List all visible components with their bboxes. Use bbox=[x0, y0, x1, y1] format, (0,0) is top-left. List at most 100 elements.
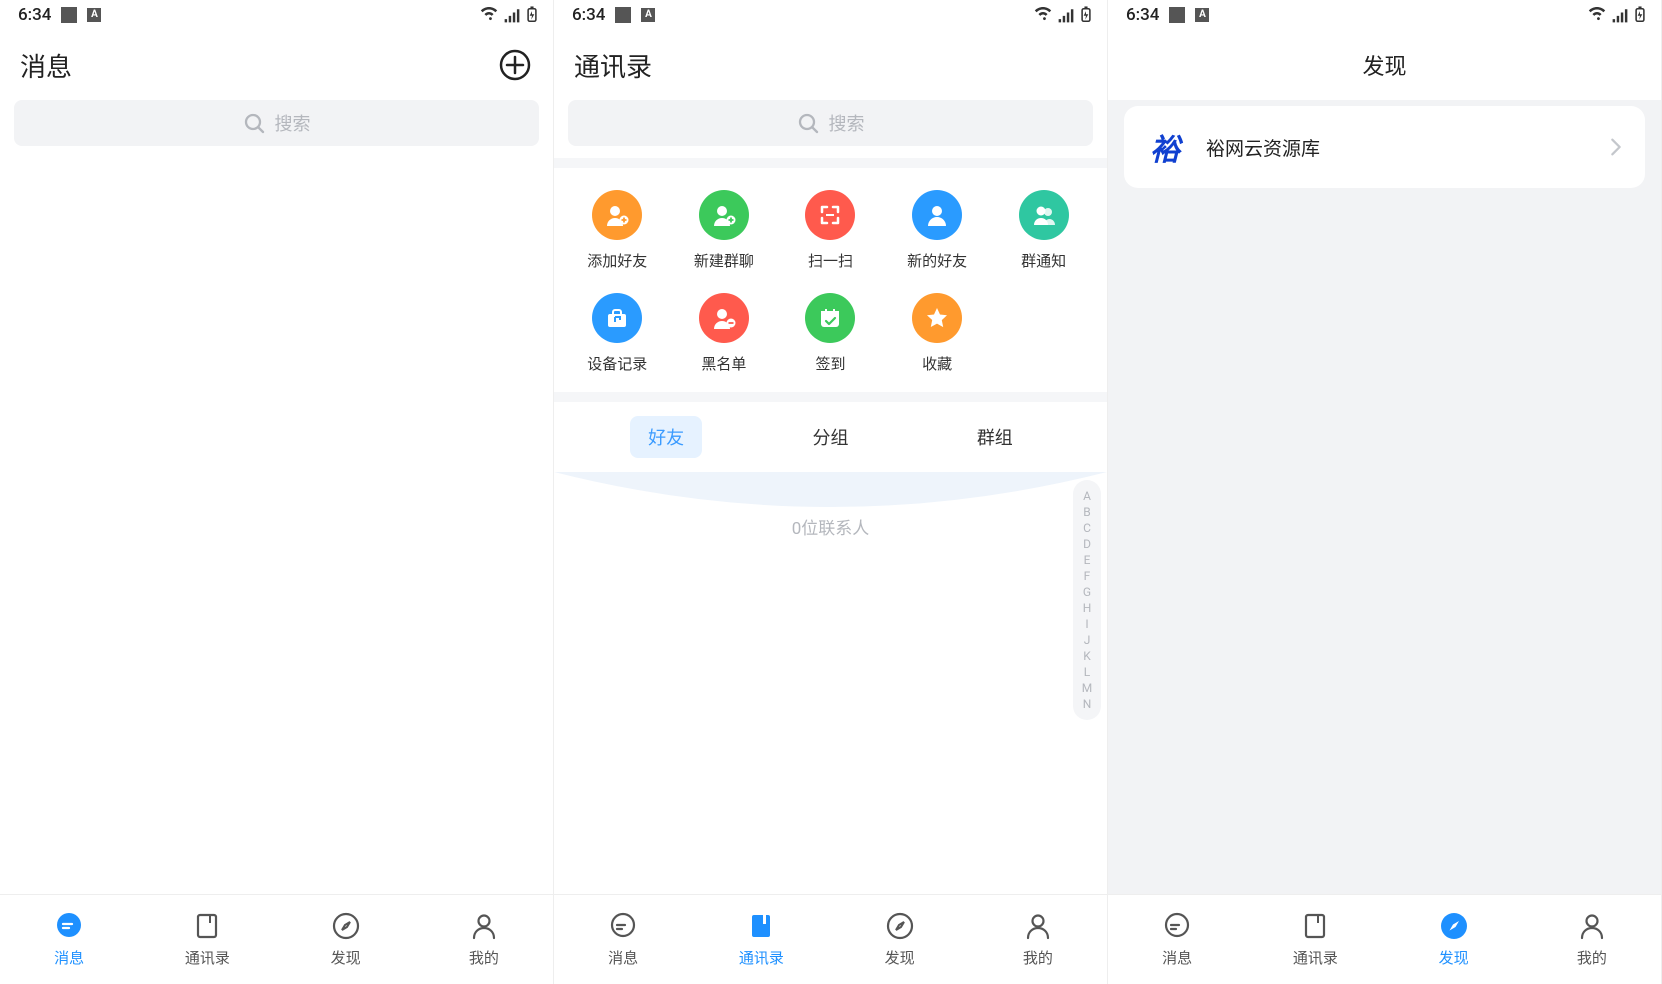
shortcut-users[interactable]: 群通知 bbox=[990, 190, 1097, 271]
alpha-F[interactable]: F bbox=[1084, 570, 1091, 582]
alpha-index[interactable]: ABCDEFGHIJKLMN bbox=[1073, 480, 1101, 720]
alpha-C[interactable]: C bbox=[1083, 522, 1091, 534]
shortcut-user-plus[interactable]: 添加好友 bbox=[564, 190, 671, 271]
tab-bar: 消息 通讯录发现 我的 bbox=[1108, 894, 1661, 984]
tabbar-item-3[interactable]: 我的 bbox=[969, 895, 1107, 984]
user-minus-icon bbox=[699, 293, 749, 343]
discover-item[interactable]: 裕 裕网云资源库 bbox=[1124, 106, 1645, 188]
shortcut-label: 收藏 bbox=[922, 353, 952, 374]
shortcut-label: 群通知 bbox=[1021, 250, 1066, 271]
user-add-icon bbox=[699, 190, 749, 240]
header: 发现 bbox=[1108, 30, 1661, 100]
star-icon bbox=[912, 293, 962, 343]
battery-icon bbox=[1633, 5, 1647, 25]
shortcut-briefcase[interactable]: 设备记录 bbox=[564, 293, 671, 374]
shortcut-label: 扫一扫 bbox=[808, 250, 853, 271]
page-title: 发现 bbox=[1362, 49, 1406, 81]
tabbar-item-0[interactable]: 消息 bbox=[0, 895, 138, 984]
status-icons bbox=[1587, 5, 1647, 25]
tabbar-item-3[interactable]: 我的 bbox=[1523, 895, 1661, 984]
alpha-I[interactable]: I bbox=[1085, 618, 1088, 630]
tabbar-item-0[interactable]: 消息 bbox=[554, 895, 692, 984]
users-icon bbox=[1019, 190, 1069, 240]
status-time: 6:34 bbox=[18, 5, 51, 25]
status-square-icon bbox=[1169, 7, 1185, 23]
briefcase-icon bbox=[592, 293, 642, 343]
tabbar-item-0[interactable]: 消息 bbox=[1108, 895, 1246, 984]
wifi-icon bbox=[1587, 5, 1607, 25]
curve-decoration bbox=[554, 472, 1107, 552]
tabbar-icon-1 bbox=[746, 911, 776, 941]
shortcut-label: 添加好友 bbox=[587, 250, 647, 271]
tabbar-item-2[interactable]: 发现 bbox=[277, 895, 415, 984]
tabbar-icon-3 bbox=[1577, 911, 1607, 941]
tabbar-label: 通讯录 bbox=[185, 947, 230, 968]
tabbar-label: 我的 bbox=[1023, 947, 1053, 968]
contact-tabs: 好友 分组 群组 bbox=[554, 402, 1107, 472]
plus-circle-icon bbox=[499, 49, 531, 81]
search-placeholder: 搜索 bbox=[829, 110, 865, 136]
alpha-B[interactable]: B bbox=[1083, 506, 1090, 518]
signal-icon bbox=[1611, 6, 1629, 24]
search-input[interactable]: 搜索 bbox=[568, 100, 1093, 146]
shortcut-user[interactable]: 新的好友 bbox=[884, 190, 991, 271]
alpha-E[interactable]: E bbox=[1084, 554, 1091, 566]
tab-bar: 消息 通讯录 发现我的 bbox=[0, 894, 553, 984]
header: 通讯录 bbox=[554, 30, 1107, 100]
tabbar-item-2[interactable]: 发现 bbox=[831, 895, 969, 984]
status-a-icon: A bbox=[1195, 8, 1209, 22]
tabbar-item-1[interactable]: 通讯录 bbox=[1246, 895, 1384, 984]
tabbar-item-3[interactable]: 我的 bbox=[415, 895, 553, 984]
tabbar-item-2[interactable]: 发现 bbox=[1385, 895, 1523, 984]
shortcut-label: 设备记录 bbox=[587, 353, 647, 374]
alpha-M[interactable]: M bbox=[1082, 682, 1092, 694]
tabbar-item-1[interactable]: 通讯录 bbox=[138, 895, 276, 984]
alpha-H[interactable]: H bbox=[1083, 602, 1092, 614]
contact-tab-0[interactable]: 好友 bbox=[630, 416, 702, 458]
alpha-J[interactable]: J bbox=[1084, 634, 1091, 646]
shortcut-calendar[interactable]: 签到 bbox=[777, 293, 884, 374]
contact-tab-2[interactable]: 群组 bbox=[959, 416, 1031, 458]
status-square-icon bbox=[615, 7, 631, 23]
shortcut-user-minus[interactable]: 黑名单 bbox=[671, 293, 778, 374]
tabbar-label: 我的 bbox=[1577, 947, 1607, 968]
shortcut-star[interactable]: 收藏 bbox=[884, 293, 991, 374]
status-a-icon: A bbox=[641, 8, 655, 22]
shortcut-scan[interactable]: 扫一扫 bbox=[777, 190, 884, 271]
scan-icon bbox=[805, 190, 855, 240]
alpha-N[interactable]: N bbox=[1083, 698, 1092, 710]
signal-icon bbox=[1057, 6, 1075, 24]
shortcut-label: 新的好友 bbox=[907, 250, 967, 271]
tabbar-label: 消息 bbox=[1162, 947, 1192, 968]
status-bar: 6:34 A bbox=[1108, 0, 1661, 30]
contact-tab-1[interactable]: 分组 bbox=[794, 416, 866, 458]
status-icons bbox=[1033, 5, 1093, 25]
search-icon bbox=[797, 112, 819, 134]
alpha-G[interactable]: G bbox=[1083, 586, 1091, 598]
add-button[interactable] bbox=[497, 47, 533, 83]
tab-bar: 消息通讯录发现我的 bbox=[554, 894, 1107, 984]
tabbar-item-1[interactable]: 通讯录 bbox=[692, 895, 830, 984]
alpha-L[interactable]: L bbox=[1084, 666, 1090, 678]
shortcut-grid: 添加好友 新建群聊扫一扫 新的好友 群通知设备记录 黑名单签到收藏 bbox=[554, 168, 1107, 392]
user-icon bbox=[912, 190, 962, 240]
wifi-icon bbox=[479, 5, 499, 25]
screen-discover: 6:34 A 发现 裕 裕网云资源库 消息通讯录发现我的 bbox=[1108, 0, 1662, 984]
tabbar-label: 发现 bbox=[1439, 947, 1469, 968]
alpha-D[interactable]: D bbox=[1083, 538, 1091, 550]
tabbar-label: 消息 bbox=[54, 947, 84, 968]
shortcut-user-add[interactable]: 新建群聊 bbox=[671, 190, 778, 271]
tabbar-icon-2 bbox=[885, 911, 915, 941]
wifi-icon bbox=[1033, 5, 1053, 25]
alpha-K[interactable]: K bbox=[1083, 650, 1091, 662]
tabbar-icon-0 bbox=[608, 911, 638, 941]
battery-icon bbox=[525, 5, 539, 25]
tabbar-icon-3 bbox=[1023, 911, 1053, 941]
search-input[interactable]: 搜索 bbox=[14, 100, 539, 146]
status-icons bbox=[479, 5, 539, 25]
tabbar-icon-1 bbox=[1300, 911, 1330, 941]
tabbar-icon-2 bbox=[331, 911, 361, 941]
alpha-A[interactable]: A bbox=[1083, 490, 1091, 502]
status-bar: 6:34 A bbox=[554, 0, 1107, 30]
page-title: 消息 bbox=[20, 47, 72, 84]
